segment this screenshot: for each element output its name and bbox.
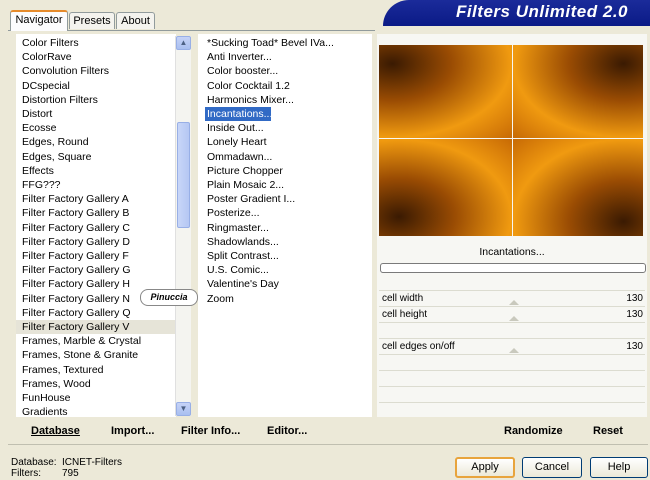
row-divider: [379, 338, 645, 339]
filter-info-button[interactable]: Filter Info...: [181, 425, 240, 437]
scroll-thumb[interactable]: [177, 122, 190, 228]
category-item[interactable]: Filter Factory Gallery D: [16, 235, 130, 249]
category-item[interactable]: Filter Factory Gallery Q: [16, 306, 131, 320]
category-item[interactable]: Frames, Marble & Crystal: [16, 334, 141, 348]
param-value-cell-height[interactable]: 130: [600, 309, 643, 320]
filter-item[interactable]: Inside Out...: [198, 121, 264, 135]
category-item[interactable]: Filter Factory Gallery B: [16, 206, 129, 220]
randomize-button[interactable]: Randomize: [504, 425, 563, 437]
reset-button[interactable]: Reset: [593, 425, 623, 437]
row-divider: [379, 290, 645, 291]
param-value-cell-width[interactable]: 130: [600, 293, 643, 304]
category-item[interactable]: FunHouse: [16, 391, 70, 405]
category-item[interactable]: ColorRave: [16, 50, 72, 64]
preview-tile: [513, 139, 643, 236]
category-item[interactable]: Edges, Round: [16, 135, 89, 149]
category-item[interactable]: Filter Factory Gallery N: [16, 292, 130, 306]
tab-navigator[interactable]: Navigator: [10, 10, 68, 31]
category-item[interactable]: Frames, Stone & Granite: [16, 348, 138, 362]
preview-tile: [513, 45, 643, 138]
filter-item[interactable]: Color booster...: [198, 64, 278, 78]
row-divider: [379, 386, 645, 387]
database-button[interactable]: Database: [31, 425, 80, 437]
row-divider: [379, 306, 645, 307]
slider-thumb[interactable]: [509, 300, 519, 305]
filter-item[interactable]: Split Contrast...: [198, 249, 279, 263]
slider-thumb[interactable]: [509, 348, 519, 353]
category-item[interactable]: Distortion Filters: [16, 93, 98, 107]
tab-about[interactable]: About: [116, 12, 155, 29]
category-list[interactable]: Color Filters ColorRave Convolution Filter…: [16, 34, 182, 419]
category-item[interactable]: Edges, Square: [16, 150, 91, 164]
preview-tile: [379, 45, 512, 138]
category-item[interactable]: Convolution Filters: [16, 64, 109, 78]
bottom-divider: [8, 444, 648, 445]
category-item[interactable]: Filter Factory Gallery C: [16, 221, 130, 235]
category-item[interactable]: Filter Factory Gallery V: [16, 320, 182, 334]
param-label-cell-height: cell height: [382, 309, 428, 320]
status-filters-value: 795: [62, 468, 79, 479]
category-scrollbar[interactable]: ▲ ▼: [175, 36, 191, 416]
filter-item[interactable]: U.S. Comic...: [198, 263, 269, 277]
category-item[interactable]: Filter Factory Gallery F: [16, 249, 129, 263]
filter-item[interactable]: Shadowlands...: [198, 235, 279, 249]
preview-image: [379, 45, 643, 236]
cancel-button[interactable]: Cancel: [522, 457, 582, 478]
scroll-down-button[interactable]: ▼: [176, 402, 191, 416]
category-item[interactable]: Frames, Textured: [16, 363, 104, 377]
filter-item[interactable]: Lonely Heart: [198, 135, 267, 149]
param-label-cell-width: cell width: [382, 293, 424, 304]
app-title: Filters Unlimited 2.0: [455, 2, 628, 21]
filter-item[interactable]: Poster Gradient I...: [198, 192, 295, 206]
category-item[interactable]: Filter Factory Gallery G: [16, 263, 131, 277]
row-divider: [379, 322, 645, 323]
watermark-logo: Pinuccia: [140, 289, 198, 306]
slider-thumb[interactable]: [509, 316, 519, 321]
category-item[interactable]: Effects: [16, 164, 54, 178]
status-database-value: ICNET-Filters: [62, 457, 122, 468]
row-divider: [379, 354, 645, 355]
category-item[interactable]: FFG???: [16, 178, 61, 192]
filter-item[interactable]: Picture Chopper: [198, 164, 283, 178]
filter-item[interactable]: Color Cocktail 1.2: [198, 79, 290, 93]
tab-presets[interactable]: Presets: [69, 12, 115, 29]
status-database-label: Database:: [11, 457, 57, 468]
filter-item[interactable]: Incantations...: [205, 107, 272, 121]
filter-list[interactable]: *Sucking Toad* Bevel IVa... Anti Inverter…: [198, 34, 372, 417]
category-item[interactable]: Gradients: [16, 405, 68, 419]
row-divider: [379, 370, 645, 371]
category-item[interactable]: Ecosse: [16, 121, 56, 135]
app-banner: Filters Unlimited 2.0: [383, 0, 650, 26]
filter-item[interactable]: Anti Inverter...: [198, 50, 272, 64]
scroll-up-button[interactable]: ▲: [176, 36, 191, 50]
apply-button[interactable]: Apply: [455, 457, 515, 478]
category-item[interactable]: Filter Factory Gallery A: [16, 192, 129, 206]
help-button[interactable]: Help: [590, 457, 648, 478]
category-item[interactable]: Color Filters: [16, 36, 79, 50]
category-item[interactable]: DCspecial: [16, 79, 70, 93]
watermark-text: Pinuccia: [150, 292, 188, 302]
preview-tile: [379, 139, 512, 236]
filter-item[interactable]: Ommadawn...: [198, 150, 272, 164]
param-label-cell-edges: cell edges on/off: [382, 341, 455, 352]
filter-item[interactable]: Zoom: [198, 292, 234, 306]
filter-title: Incantations...: [479, 246, 545, 258]
row-divider: [379, 402, 645, 403]
filter-item[interactable]: Ringmaster...: [198, 221, 269, 235]
editor-button[interactable]: Editor...: [267, 425, 307, 437]
progress-bar: [380, 263, 646, 273]
category-item[interactable]: Distort: [16, 107, 52, 121]
category-item[interactable]: Frames, Wood: [16, 377, 91, 391]
filter-item[interactable]: Valentine's Day: [198, 277, 279, 291]
filter-item[interactable]: Posterize...: [198, 206, 260, 220]
category-item[interactable]: Filter Factory Gallery H: [16, 277, 130, 291]
filter-item[interactable]: *Sucking Toad* Bevel IVa...: [198, 36, 334, 50]
filter-item[interactable]: Plain Mosaic 2...: [198, 178, 284, 192]
status-filters-label: Filters:: [11, 468, 41, 479]
param-value-cell-edges[interactable]: 130: [600, 341, 643, 352]
filter-item[interactable]: Harmonics Mixer...: [198, 93, 294, 107]
import-button[interactable]: Import...: [111, 425, 154, 437]
